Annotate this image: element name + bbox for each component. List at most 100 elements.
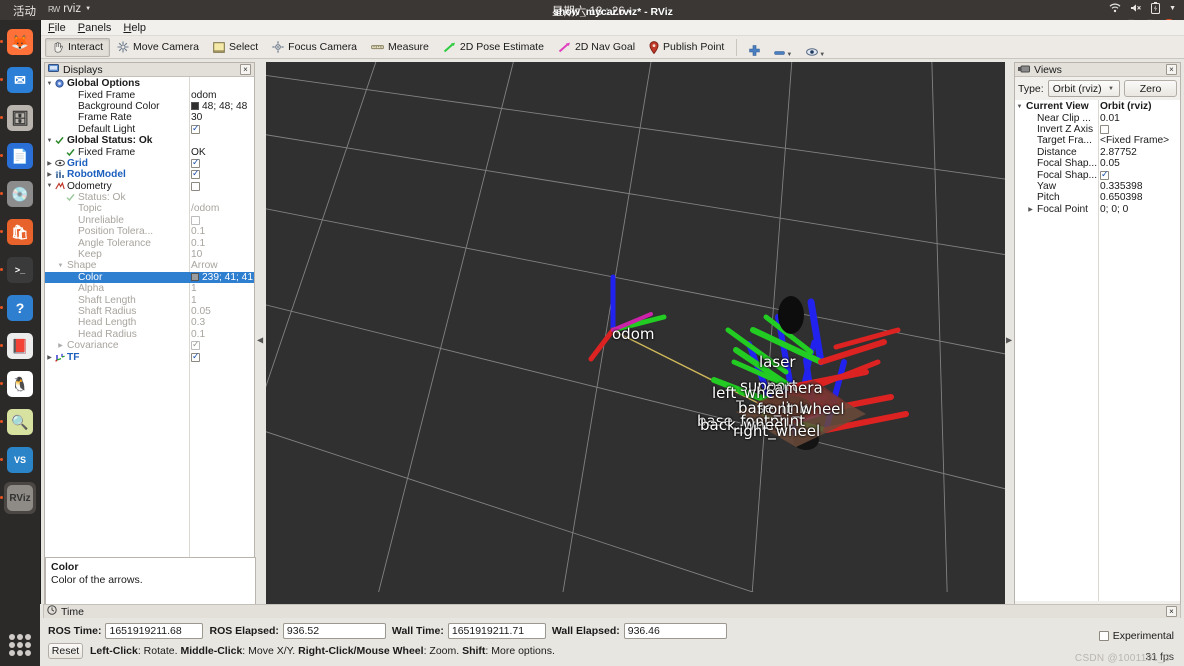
display-row[interactable]: Fixed Frame OK: [45, 146, 254, 158]
display-row-value[interactable]: Arrow: [191, 260, 218, 271]
display-row[interactable]: Shaft Radius 0.05: [45, 306, 254, 317]
display-row-value[interactable]: [191, 123, 200, 134]
view-property-row[interactable]: Distance 2.87752: [1015, 147, 1180, 158]
display-row-value[interactable]: [191, 181, 200, 191]
display-row-value[interactable]: 48; 48; 48: [191, 101, 247, 112]
displays-tree[interactable]: ▼ Global Options Fixed Frame odom Background…: [45, 77, 254, 620]
display-row-value[interactable]: 239; 41; 41: [191, 272, 253, 283]
display-row[interactable]: Position Tolera... 0.1: [45, 226, 254, 237]
tool-publish-point[interactable]: Publish Point: [642, 38, 731, 57]
display-row-value[interactable]: 1: [191, 283, 197, 294]
tool-2d-pose-estimate[interactable]: 2D Pose Estimate: [436, 38, 551, 57]
checkbox-icon[interactable]: [191, 123, 200, 134]
display-row[interactable]: ▶ RobotModel: [45, 168, 254, 180]
display-row[interactable]: ▼ Global Options: [45, 78, 254, 89]
view-property-row[interactable]: Pitch 0.650398: [1015, 192, 1180, 203]
roselapsed-input[interactable]: 936.52: [282, 623, 386, 639]
display-row[interactable]: ▼ Odometry: [45, 181, 254, 192]
display-row[interactable]: Head Radius 0.1: [45, 329, 254, 340]
checkbox-icon[interactable]: [1100, 124, 1109, 134]
display-row[interactable]: Frame Rate 30: [45, 112, 254, 123]
view-property-row[interactable]: Yaw 0.335398: [1015, 181, 1180, 192]
display-row[interactable]: Keep 10: [45, 249, 254, 260]
view-property-value[interactable]: 2.87752: [1100, 147, 1137, 158]
display-row-value[interactable]: 10: [191, 249, 202, 260]
close-icon[interactable]: ×: [240, 64, 251, 75]
display-row[interactable]: Unreliable: [45, 215, 254, 226]
display-row[interactable]: ▼ Global Status: Ok: [45, 135, 254, 146]
right-splitter[interactable]: ▶: [1005, 59, 1014, 621]
wallelapsed-input[interactable]: 936.46: [623, 623, 727, 639]
view-property-value[interactable]: 0; 0; 0: [1100, 204, 1128, 215]
display-row[interactable]: Head Length 0.3: [45, 317, 254, 328]
display-row-value[interactable]: [191, 157, 200, 168]
expander-closed-icon[interactable]: ▶: [45, 354, 54, 361]
display-row-value[interactable]: [191, 339, 200, 351]
collapse-left-arrow-icon[interactable]: ◀: [257, 336, 263, 345]
expander-closed-icon[interactable]: ▶: [45, 160, 54, 167]
expander-open-icon[interactable]: ▼: [45, 183, 54, 189]
remove-tool-button[interactable]: ▼: [767, 38, 799, 58]
display-row-value[interactable]: 0.1: [191, 329, 205, 340]
tool-interact[interactable]: Interact: [45, 37, 111, 57]
display-row-value[interactable]: 1: [191, 295, 197, 306]
view-property-value[interactable]: 0.650398: [1100, 192, 1143, 203]
reset-button[interactable]: Reset: [48, 643, 83, 659]
walltime-input[interactable]: 1651919211.71: [447, 623, 546, 639]
color-swatch[interactable]: [191, 102, 199, 111]
expander-closed-icon[interactable]: ▶: [1026, 206, 1035, 213]
left-splitter[interactable]: ◀: [255, 59, 266, 621]
tool-properties-button[interactable]: ▼: [799, 38, 832, 58]
dock-item-evince[interactable]: 📕: [0, 330, 36, 362]
display-row-value[interactable]: OK: [191, 147, 206, 158]
display-row[interactable]: ▶ TF: [45, 351, 254, 363]
show-applications-button[interactable]: [9, 634, 31, 656]
menu-panels[interactable]: Panels: [78, 22, 112, 34]
view-property-row[interactable]: Invert Z Axis: [1015, 124, 1180, 135]
display-row[interactable]: Status: Ok: [45, 192, 254, 203]
display-row-value[interactable]: /odom: [191, 203, 219, 214]
view-property-row[interactable]: ▶ Focal Point 0; 0; 0: [1015, 204, 1180, 215]
dock-item-thunderbird[interactable]: ✉: [0, 64, 36, 96]
close-icon[interactable]: ×: [1166, 606, 1177, 617]
rostime-input[interactable]: 1651919211.68: [105, 623, 204, 639]
tool-focus-camera[interactable]: Focus Camera: [265, 38, 364, 57]
display-row-value[interactable]: odom: [191, 90, 216, 101]
display-row[interactable]: Fixed Frame odom: [45, 89, 254, 101]
experimental-checkbox[interactable]: Experimental: [1098, 630, 1174, 642]
tool-move-camera[interactable]: Move Camera: [110, 38, 206, 57]
display-row-value[interactable]: 0.1: [191, 226, 205, 237]
dock-item-files[interactable]: 🗄: [0, 102, 36, 134]
checkbox-icon[interactable]: [191, 181, 200, 191]
color-swatch[interactable]: [191, 273, 199, 282]
display-row[interactable]: Angle Tolerance 0.1: [45, 237, 254, 249]
view-property-row[interactable]: Near Clip ... 0.01: [1015, 112, 1180, 124]
display-row[interactable]: Default Light: [45, 123, 254, 135]
display-row-value[interactable]: 0.05: [191, 306, 211, 317]
display-row[interactable]: Topic/odom: [45, 203, 254, 214]
collapse-right-arrow-icon[interactable]: ▶: [1006, 336, 1012, 345]
view-property-value[interactable]: 0.01: [1100, 113, 1120, 124]
view-property-value[interactable]: 0.05: [1100, 158, 1120, 169]
display-row[interactable]: Color 239; 41; 41: [45, 271, 254, 284]
display-row[interactable]: ▶ Grid: [45, 157, 254, 169]
dock-item-qq[interactable]: 🐧: [0, 368, 36, 400]
expander-closed-icon[interactable]: ▶: [56, 342, 65, 349]
view-property-row[interactable]: Focal Shap...: [1015, 169, 1180, 181]
display-row-value[interactable]: 0.1: [191, 238, 205, 249]
tool-select[interactable]: Select: [206, 38, 265, 57]
checkbox-icon[interactable]: [191, 351, 200, 362]
display-row-value[interactable]: 30: [191, 112, 202, 123]
checkbox-icon[interactable]: [191, 168, 200, 180]
dock-item-image-viewer[interactable]: 🔍: [0, 406, 36, 438]
display-row-value[interactable]: [191, 215, 200, 225]
views-tree[interactable]: ▼ Current View Orbit (rviz) Near Clip ... 0.…: [1015, 100, 1180, 601]
view-property-value[interactable]: Orbit (rviz): [1100, 101, 1152, 112]
view-property-value[interactable]: <Fixed Frame>: [1100, 135, 1169, 146]
checkbox-icon[interactable]: [191, 215, 200, 225]
view-property-value[interactable]: 0.335398: [1100, 181, 1143, 192]
view-property-row[interactable]: Target Fra... <Fixed Frame>: [1015, 135, 1180, 146]
expander-open-icon[interactable]: ▼: [45, 138, 54, 144]
checkbox-icon[interactable]: [191, 157, 200, 168]
checkbox-icon[interactable]: [1100, 169, 1109, 180]
